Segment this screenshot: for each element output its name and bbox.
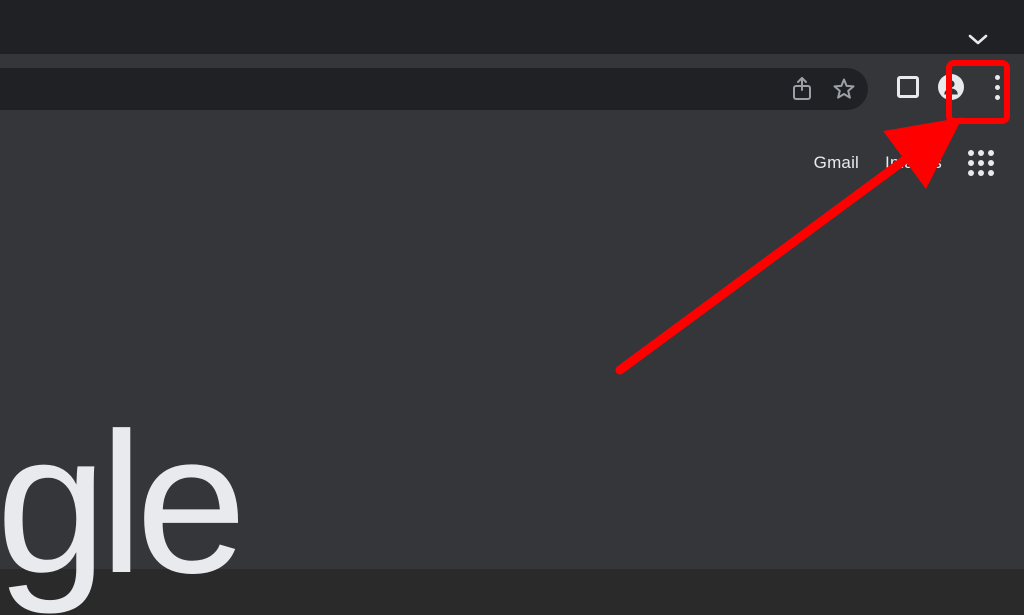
chrome-menu-button[interactable]: [982, 72, 1012, 102]
browser-toolbar: [0, 54, 1024, 121]
google-logo-fragment: gle: [0, 404, 239, 604]
images-link[interactable]: Images: [885, 153, 942, 173]
more-vertical-icon: [995, 75, 1000, 80]
profile-button[interactable]: [938, 74, 964, 100]
person-icon: [942, 78, 960, 96]
page-top-nav: Gmail Images: [814, 150, 994, 176]
browser-tab-strip: [0, 0, 1024, 55]
address-bar[interactable]: [0, 68, 868, 110]
chevron-down-icon: [968, 33, 988, 47]
share-button[interactable]: [790, 77, 814, 101]
side-panel-button[interactable]: [896, 75, 920, 99]
google-apps-button[interactable]: [968, 150, 994, 176]
tab-search-dropdown[interactable]: [964, 30, 992, 50]
star-outline-icon: [832, 76, 856, 102]
apps-grid-icon: [968, 150, 974, 156]
side-panel-icon: [897, 76, 919, 98]
gmail-link[interactable]: Gmail: [814, 153, 859, 173]
google-new-tab-page: Gmail Images gle: [0, 120, 1024, 569]
share-icon: [791, 76, 813, 102]
bookmark-button[interactable]: [832, 77, 856, 101]
